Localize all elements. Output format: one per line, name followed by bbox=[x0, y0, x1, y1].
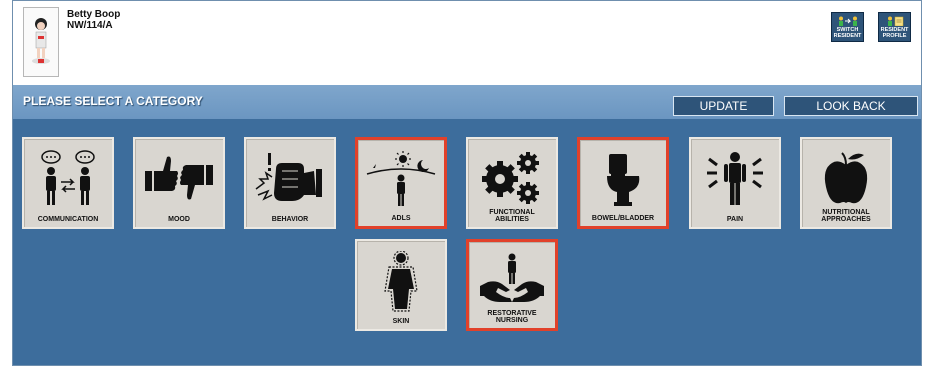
look-back-button[interactable]: LOOK BACK bbox=[784, 96, 918, 116]
category-label-line-2: ABILITIES bbox=[495, 216, 529, 223]
resident-header: Betty Boop NW/114/A SWITCH RESIDENT RESI… bbox=[13, 1, 921, 86]
switch-resident-button[interactable]: SWITCH RESIDENT bbox=[831, 12, 864, 42]
hands-person-icon bbox=[480, 253, 544, 302]
category-label-line-2: NURSING bbox=[495, 317, 529, 324]
gears-icon bbox=[482, 152, 539, 204]
category-label: FUNCTIONAL ABILITIES bbox=[468, 209, 556, 223]
category-skin[interactable]: SKIN bbox=[355, 239, 447, 331]
resident-profile-icon bbox=[887, 16, 903, 26]
switch-resident-icon bbox=[838, 16, 857, 26]
update-button[interactable]: UPDATE bbox=[673, 96, 774, 116]
resident-name: Betty Boop bbox=[67, 9, 121, 20]
category-bowel-bladder[interactable]: BOWEL/BLADDER bbox=[577, 137, 669, 229]
category-label-line-2: APPROACHES bbox=[821, 216, 871, 223]
category-label-line-1: RESTORATIVE bbox=[487, 310, 537, 317]
skin-outline-icon bbox=[384, 251, 418, 312]
communication-icon bbox=[41, 150, 95, 205]
resident-profile-label-2: PROFILE bbox=[882, 33, 907, 39]
category-label: MOOD bbox=[168, 216, 190, 223]
app-frame: Betty Boop NW/114/A SWITCH RESIDENT RESI… bbox=[12, 0, 922, 366]
resident-profile-button[interactable]: RESIDENT PROFILE bbox=[878, 12, 911, 42]
category-nutritional-approaches[interactable]: NUTRITIONAL APPROACHES bbox=[800, 137, 892, 229]
category-pain[interactable]: PAIN bbox=[689, 137, 781, 229]
category-label: SKIN bbox=[392, 318, 410, 325]
thumbs-up-down-icon bbox=[145, 156, 213, 200]
resident-room-id: NW/114/A bbox=[67, 20, 113, 31]
category-label: ADLS bbox=[391, 215, 411, 222]
category-label: BEHAVIOR bbox=[271, 216, 309, 223]
category-label: BOWEL/BLADDER bbox=[591, 215, 655, 222]
page-title: PLEASE SELECT A CATEGORY bbox=[23, 94, 203, 108]
fist-icon bbox=[255, 153, 322, 201]
category-label: NUTRITIONAL APPROACHES bbox=[802, 209, 890, 223]
category-behavior[interactable]: BEHAVIOR bbox=[244, 137, 336, 229]
day-night-person-icon bbox=[366, 151, 436, 206]
category-label: PAIN bbox=[726, 216, 744, 223]
switch-resident-label-2: RESIDENT bbox=[833, 33, 862, 39]
pain-person-icon bbox=[707, 152, 763, 205]
category-functional-abilities[interactable]: FUNCTIONAL ABILITIES bbox=[466, 137, 558, 229]
toilet-icon bbox=[607, 154, 640, 206]
category-adls[interactable]: ADLS bbox=[355, 137, 447, 229]
category-label-line-1: NUTRITIONAL bbox=[822, 209, 870, 216]
category-label: RESTORATIVE NURSING bbox=[469, 310, 555, 324]
category-label-line-1: FUNCTIONAL bbox=[489, 209, 535, 216]
apple-icon bbox=[824, 152, 868, 204]
category-mood[interactable]: MOOD bbox=[133, 137, 225, 229]
resident-avatar[interactable] bbox=[23, 7, 59, 77]
category-toolbar: PLEASE SELECT A CATEGORY UPDATE LOOK BAC… bbox=[13, 85, 921, 119]
category-communication[interactable]: COMMUNICATION bbox=[22, 137, 114, 229]
category-label: COMMUNICATION bbox=[37, 216, 99, 223]
category-restorative-nursing[interactable]: RESTORATIVE NURSING bbox=[466, 239, 558, 331]
